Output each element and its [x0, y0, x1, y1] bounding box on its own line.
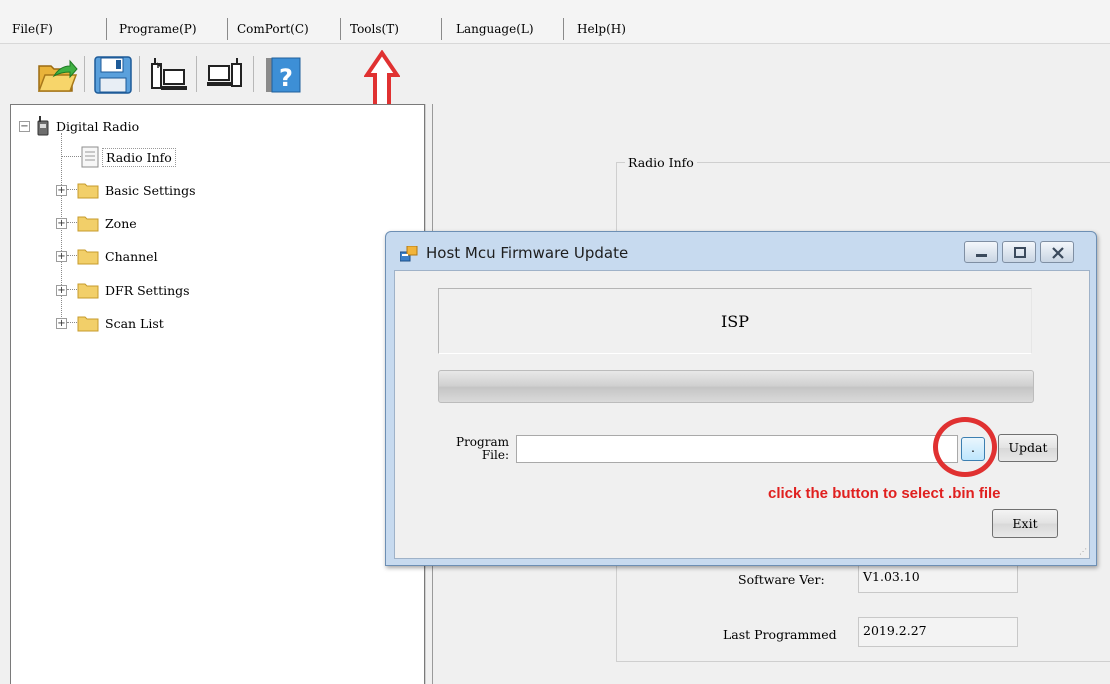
annotation-circle: [933, 417, 997, 477]
tree-item-zone[interactable]: + Zone: [56, 212, 137, 234]
read-from-radio-icon[interactable]: [148, 54, 190, 96]
folder-icon: [77, 316, 99, 332]
expand-icon[interactable]: +: [56, 217, 67, 229]
menu-separator: [441, 18, 442, 40]
toolbar-separator: [139, 56, 140, 92]
isp-label: ISP: [720, 312, 750, 331]
menu-comport[interactable]: ComPort(C): [237, 22, 309, 36]
menu-separator: [227, 18, 228, 40]
menu-programe[interactable]: Programe(P): [119, 22, 197, 36]
document-icon: [81, 146, 99, 168]
last-programmed-label: Last Programmed: [723, 627, 837, 642]
toolbar-separator: [196, 56, 197, 92]
group-title: Radio Info: [625, 155, 697, 170]
tree-item-basic-settings[interactable]: + Basic Settings: [56, 179, 196, 201]
tree-item-label: Basic Settings: [105, 182, 196, 198]
update-button[interactable]: Updat: [998, 434, 1058, 462]
expand-icon[interactable]: +: [56, 184, 67, 196]
tree-root-digital-radio[interactable]: − Digital Radio: [19, 115, 139, 137]
exit-button[interactable]: Exit: [992, 509, 1058, 538]
isp-status-box: ISP: [438, 288, 1032, 354]
menu-separator: [340, 18, 341, 40]
resize-grip-icon[interactable]: ⋰: [1079, 547, 1087, 556]
tree-item-label: Channel: [105, 248, 158, 264]
tree-item-scan-list[interactable]: + Scan List: [56, 312, 164, 334]
firmware-update-dialog: Host Mcu Firmware Update ISP Program Fil…: [385, 231, 1097, 566]
help-icon[interactable]: ?: [262, 54, 304, 96]
save-disk-icon[interactable]: [92, 54, 134, 96]
last-programmed-field: 2019.2.27: [858, 617, 1018, 647]
expand-icon[interactable]: +: [56, 317, 67, 329]
program-file-label-line2: File:: [481, 448, 509, 462]
folder-icon: [77, 249, 99, 265]
collapse-icon[interactable]: −: [19, 120, 30, 132]
menu-language[interactable]: Language(L): [456, 22, 534, 36]
toolbar-separator: [84, 56, 85, 92]
expand-icon[interactable]: +: [56, 284, 67, 296]
tree-item-label: Scan List: [105, 315, 164, 331]
maximize-icon[interactable]: [1002, 241, 1036, 263]
tree-item-dfr-settings[interactable]: + DFR Settings: [56, 279, 190, 301]
menu-bar: File(F) Programe(P) ComPort(C) Tools(T) …: [0, 0, 1110, 44]
software-ver-label: Software Ver:: [738, 572, 825, 587]
app-window-icon: [400, 246, 418, 262]
toolbar: ?: [0, 44, 1110, 104]
annotation-hint: click the button to select .bin file: [768, 485, 1001, 502]
update-progress-bar: [438, 370, 1034, 403]
svg-text:?: ?: [279, 64, 293, 92]
expand-icon[interactable]: +: [56, 250, 67, 262]
menu-file[interactable]: File(F): [12, 22, 53, 36]
software-ver-field: V1.03.10: [858, 563, 1018, 593]
tree-item-channel[interactable]: + Channel: [56, 245, 158, 267]
folder-icon: [77, 283, 99, 299]
program-file-input[interactable]: [516, 435, 958, 463]
program-file-label: Program File:: [447, 436, 509, 462]
open-folder-icon[interactable]: [36, 54, 78, 96]
toolbar-separator: [253, 56, 254, 92]
menu-separator: [106, 18, 107, 40]
tree-pane: − Digital Radio Radio Info + Basic Setti…: [10, 104, 425, 684]
folder-icon: [77, 183, 99, 199]
dialog-title: Host Mcu Firmware Update: [426, 244, 629, 262]
tree-item-radio-info[interactable]: Radio Info: [81, 146, 176, 168]
dialog-body: ISP Program File: . Updat Exit ⋰: [394, 270, 1090, 559]
folder-icon: [77, 216, 99, 232]
radio-device-icon: [37, 116, 49, 136]
menu-tools[interactable]: Tools(T): [350, 22, 399, 36]
dialog-titlebar[interactable]: Host Mcu Firmware Update: [386, 232, 1096, 270]
tree-item-label: Zone: [105, 215, 137, 231]
tree-item-label: DFR Settings: [105, 282, 190, 298]
minimize-icon[interactable]: [964, 241, 998, 263]
menu-separator: [563, 18, 564, 40]
tree-item-label: Radio Info: [102, 147, 176, 167]
tree-guide-line: [61, 156, 81, 157]
menu-help[interactable]: Help(H): [577, 22, 626, 36]
tree-root-label: Digital Radio: [56, 118, 140, 134]
close-icon[interactable]: [1040, 241, 1074, 263]
write-to-radio-icon[interactable]: [205, 54, 247, 96]
